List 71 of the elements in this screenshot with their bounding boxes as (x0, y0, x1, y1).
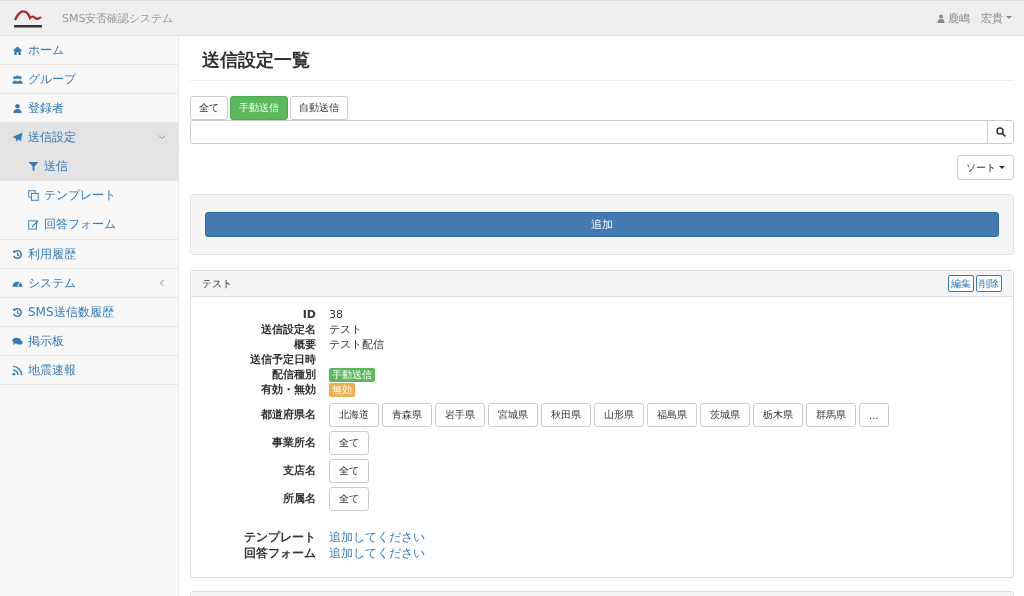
home-icon (12, 44, 23, 56)
field-label: 送信予定日時 (249, 352, 316, 367)
page-title: 送信設定一覧 (190, 36, 1014, 81)
filter-tab[interactable]: 自動送信 (290, 96, 348, 120)
filter-value-button[interactable]: 栃木県 (753, 403, 803, 427)
search-field[interactable] (190, 120, 1014, 144)
field-label: ID (301, 307, 316, 322)
edit-button[interactable]: 編集 (948, 275, 974, 292)
filter-value-button[interactable]: 宮城県 (488, 403, 538, 427)
field-label: 配信種別 (271, 367, 316, 382)
sort-dropdown[interactable]: ソート (957, 155, 1014, 180)
users-icon (12, 73, 23, 85)
add-link[interactable]: 追加してください (329, 546, 425, 560)
search-icon (995, 127, 1006, 137)
field-label: 所属名 (282, 491, 316, 507)
history-icon (12, 306, 23, 318)
filter-value-button[interactable]: 山形県 (594, 403, 644, 427)
field-label: 送信設定名 (260, 322, 316, 337)
caret-icon (1006, 16, 1012, 20)
sidebar-item[interactable]: SMS送信数履歴 (0, 298, 178, 327)
field-label: 都道府県名 (260, 407, 316, 423)
filter-value-button[interactable]: ... (859, 403, 889, 427)
sidebar-item[interactable]: 利用履歴 (0, 240, 178, 269)
sidebar-item[interactable]: 地震速報 (0, 356, 178, 385)
caret-icon (999, 165, 1005, 170)
search-button[interactable] (987, 121, 1013, 143)
field-label: 回答フォーム (243, 545, 316, 561)
filter-value-button[interactable]: 全て (329, 431, 369, 455)
copy-icon (28, 190, 39, 201)
sidebar-item[interactable]: 掲示板 (0, 327, 178, 356)
history-icon (12, 248, 23, 260)
field-value: 38 (329, 308, 343, 321)
filter-value-button[interactable]: 岩手県 (435, 403, 485, 427)
filter-value-button[interactable]: 北海道 (329, 403, 379, 427)
rss-icon (12, 364, 23, 376)
filter-value-button[interactable]: 全て (329, 487, 369, 511)
card-title: テスト (202, 276, 232, 291)
sidebar-item[interactable]: グループ (0, 65, 178, 94)
edit-icon (28, 219, 39, 230)
filter-value-button[interactable]: 秋田県 (541, 403, 591, 427)
filter-value-button[interactable]: 群馬県 (806, 403, 856, 427)
field-label: テンプレート (243, 529, 316, 545)
field-label: 支店名 (282, 463, 316, 479)
filter-value-button[interactable]: 茨城県 (700, 403, 750, 427)
field-value: テスト (329, 323, 362, 336)
add-button[interactable]: 追加 (205, 212, 999, 237)
user-icon (12, 102, 23, 114)
field-label: 事業所名 (271, 435, 316, 451)
field-label: 有効・無効 (260, 382, 316, 397)
filter-tab[interactable]: 全て (190, 96, 228, 120)
user-icon (937, 13, 945, 23)
sidebar-subitem[interactable]: 送信 (0, 152, 178, 181)
paper-plane-icon (12, 131, 23, 143)
status-badge: 無効 (329, 383, 355, 397)
app-name: SMS安否確認システム (62, 10, 174, 26)
filter-icon (28, 161, 39, 172)
add-link[interactable]: 追加してください (329, 530, 425, 544)
sidebar-item[interactable]: システム (0, 269, 178, 298)
sidebar-item[interactable]: 送信設定 (0, 123, 178, 152)
field-value: テスト配信 (329, 338, 384, 351)
filter-value-button[interactable]: 青森県 (382, 403, 432, 427)
sidebar-subitem[interactable]: テンプレート (0, 181, 178, 210)
sidebar-subitem[interactable]: 回答フォーム (0, 210, 178, 239)
comments-icon (12, 335, 23, 347)
delete-button[interactable]: 削除 (976, 275, 1002, 292)
status-badge: 手動送信 (329, 368, 375, 382)
filter-value-button[interactable]: 全て (329, 459, 369, 483)
sidebar-item[interactable]: ホーム (0, 36, 178, 65)
filter-value-button[interactable]: 福島県 (647, 403, 697, 427)
field-label: 概要 (293, 337, 316, 352)
user-menu[interactable]: 鹿嶋 宏貴 (937, 10, 1012, 26)
